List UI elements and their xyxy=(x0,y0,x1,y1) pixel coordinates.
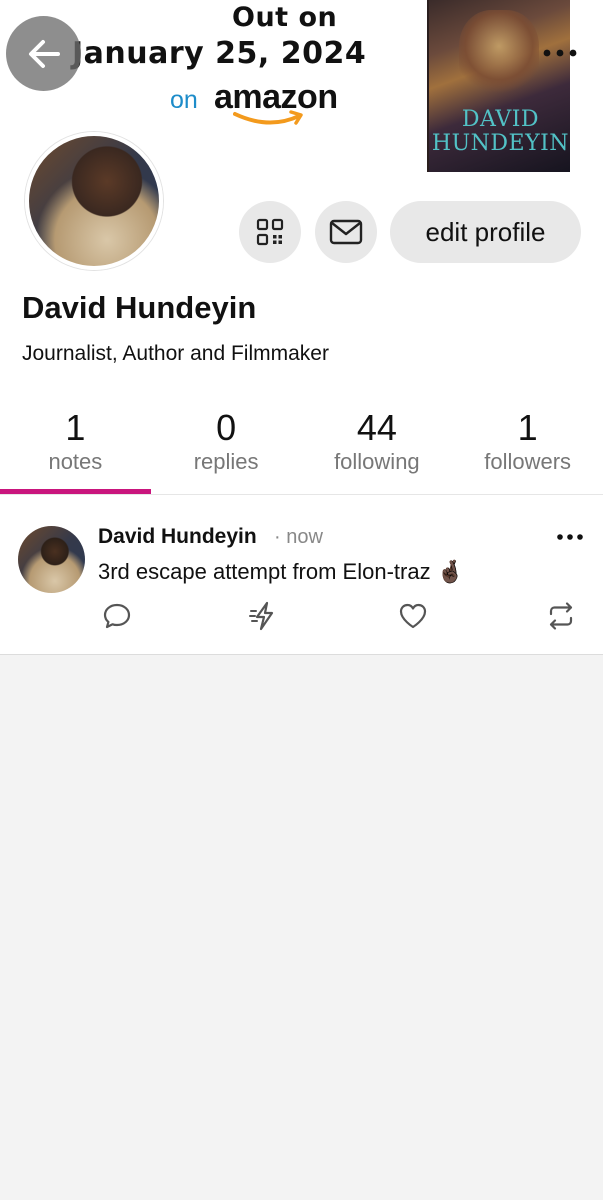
heart-icon xyxy=(399,603,427,629)
replies-label: replies xyxy=(193,449,259,474)
note-actions xyxy=(0,598,603,634)
comment-icon xyxy=(103,603,131,629)
qr-code-button[interactable] xyxy=(239,201,301,263)
back-button[interactable] xyxy=(6,16,81,91)
tab-replies[interactable]: 0 replies xyxy=(151,408,302,496)
tab-following[interactable]: 44 following xyxy=(302,408,453,496)
mail-icon xyxy=(329,219,363,245)
note-author-name[interactable]: David Hundeyin xyxy=(98,525,257,549)
more-horizontal-icon xyxy=(543,49,577,57)
profile-bio: Journalist, Author and Filmmaker xyxy=(22,342,329,365)
note-timestamp: · now xyxy=(274,526,323,548)
banner-text-on: on xyxy=(170,86,198,114)
replies-count: 0 xyxy=(216,407,237,448)
more-options-button[interactable] xyxy=(540,38,580,68)
repost-icon xyxy=(549,602,573,630)
banner-text-date: January 25, 2024 xyxy=(72,36,367,71)
like-button[interactable] xyxy=(395,598,431,634)
profile-stats-tabs: 1 notes 0 replies 44 following 1 followe… xyxy=(0,408,603,496)
amazon-smile-icon xyxy=(233,110,303,125)
profile-panel: Out on January 25, 2024 on amazon DAVID … xyxy=(0,0,603,655)
restack-button[interactable] xyxy=(246,598,282,634)
repost-button[interactable] xyxy=(543,598,579,634)
tab-followers[interactable]: 1 followers xyxy=(452,408,603,496)
following-label: following xyxy=(334,449,420,474)
message-button[interactable] xyxy=(315,201,377,263)
qr-code-icon xyxy=(256,218,284,246)
divider xyxy=(0,494,603,495)
note-author-avatar[interactable] xyxy=(18,526,85,593)
book-cover-image: DAVID HUNDEYIN xyxy=(427,0,570,172)
profile-page: Out on January 25, 2024 on amazon DAVID … xyxy=(0,0,603,1200)
followers-count: 1 xyxy=(517,407,538,448)
tab-notes[interactable]: 1 notes xyxy=(0,408,151,496)
banner-text-out-on: Out on xyxy=(232,2,338,33)
notes-label: notes xyxy=(48,449,103,474)
book-cover-art xyxy=(459,10,539,100)
back-arrow-icon xyxy=(28,39,60,68)
comment-button[interactable] xyxy=(99,598,135,634)
following-count: 44 xyxy=(356,407,397,448)
note-more-button[interactable] xyxy=(553,526,587,548)
profile-avatar[interactable] xyxy=(25,132,163,270)
note-item[interactable]: David Hundeyin · now 3rd escape attempt … xyxy=(0,512,603,642)
followers-label: followers xyxy=(484,449,572,474)
edit-profile-button[interactable]: edit profile xyxy=(390,201,581,263)
restack-bolt-icon xyxy=(249,601,274,631)
profile-name: David Hundeyin xyxy=(22,290,257,325)
book-cover-title: DAVID HUNDEYIN xyxy=(431,107,570,156)
notes-count: 1 xyxy=(65,407,86,448)
note-body: 3rd escape attempt from Elon-traz 🤞🏿 xyxy=(98,559,465,584)
more-horizontal-icon xyxy=(557,534,583,540)
